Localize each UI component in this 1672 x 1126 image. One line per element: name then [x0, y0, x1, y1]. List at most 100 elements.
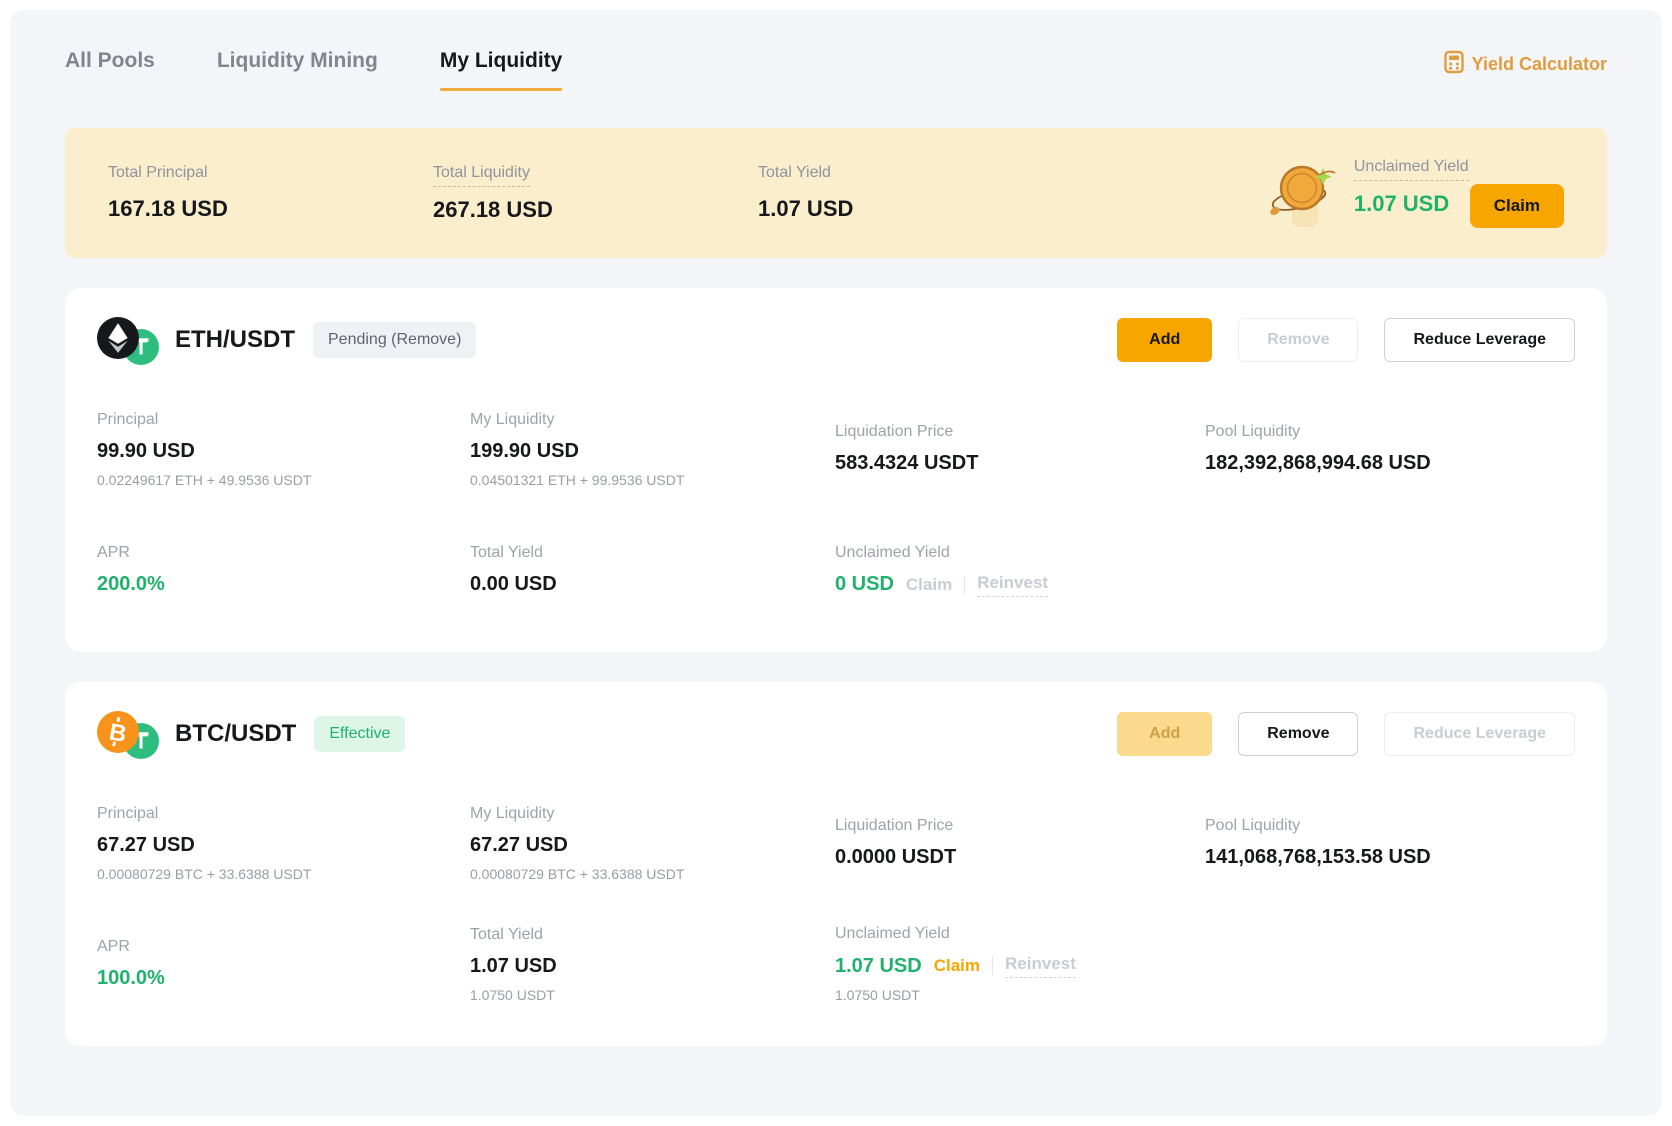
principal-label: Principal [97, 411, 470, 429]
pool-card-btc-usdt: T B BTC/USDT Effective Add Remove [65, 682, 1607, 1046]
unclaimed-yield-value: 1.07 USD [835, 955, 922, 978]
eth-coin-icon [97, 317, 139, 359]
total-yield-stat: Total Yield 1.07 USD 1.0750 USDT [470, 926, 835, 1003]
stats-row-1: Principal 99.90 USD 0.02249617 ETH + 49.… [97, 400, 1575, 498]
unclaimed-yield: Unclaimed Yield 1.07 USD Claim [1354, 158, 1564, 229]
my-liquidity-stat: My Liquidity 67.27 USD 0.00080729 BTC + … [470, 805, 835, 882]
pair-title: ETH/USDT [175, 326, 295, 354]
principal-stat: Principal 67.27 USD 0.00080729 BTC + 33.… [97, 805, 470, 882]
unclaimed-yield-label[interactable]: Unclaimed Yield [1354, 158, 1469, 181]
my-liquidity-value: 67.27 USD [470, 834, 835, 857]
btc-coin-icon: B [97, 711, 139, 753]
principal-detail: 0.00080729 BTC + 33.6388 USDT [97, 866, 470, 882]
pool-liquidity-stat: Pool Liquidity 182,392,868,994.68 USD [1205, 423, 1575, 475]
reduce-leverage-button: Reduce Leverage [1384, 712, 1575, 756]
tab-liquidity-mining[interactable]: Liquidity Mining [217, 46, 378, 76]
unclaimed-yield-section: Unclaimed Yield 1.07 USD Claim [1264, 155, 1564, 231]
liquidation-price-value: 0.0000 USDT [835, 846, 1205, 869]
total-principal: Total Principal 167.18 USD [108, 164, 433, 222]
liquidation-price-label: Liquidation Price [835, 817, 1205, 835]
pool-liquidity-label: Pool Liquidity [1205, 423, 1575, 441]
card-header: T ETH/USDT Pending (Remove) Add Remove R… [97, 314, 1575, 366]
pair-icons: T B [97, 709, 163, 759]
principal-value: 99.90 USD [97, 440, 470, 463]
total-yield-label: Total Yield [758, 164, 831, 186]
stats-row-2: APR 100.0% Total Yield 1.07 USD 1.0750 U… [97, 920, 1575, 1008]
add-button[interactable]: Add [1117, 318, 1212, 362]
tab-my-liquidity[interactable]: My Liquidity [440, 46, 563, 91]
divider [992, 957, 993, 975]
total-liquidity: Total Liquidity 267.18 USD [433, 164, 758, 223]
liquidation-price-label: Liquidation Price [835, 423, 1205, 441]
unclaimed-yield-value: 1.07 USD [1354, 191, 1449, 217]
pool-card-eth-usdt: T ETH/USDT Pending (Remove) Add Remove R… [65, 288, 1607, 652]
unclaimed-yield-label: Unclaimed Yield [835, 544, 1205, 562]
my-liquidity-stat: My Liquidity 199.90 USD 0.04501321 ETH +… [470, 411, 835, 488]
liquidation-price-stat: Liquidation Price 0.0000 USDT [835, 817, 1205, 869]
remove-button: Remove [1238, 318, 1358, 362]
apr-value: 100.0% [97, 967, 470, 990]
pool-liquidity-value: 141,068,768,153.58 USD [1205, 846, 1575, 869]
total-yield-label: Total Yield [470, 544, 835, 562]
pair-icons: T [97, 315, 163, 365]
my-liquidity-value: 199.90 USD [470, 440, 835, 463]
liquidation-price-value: 583.4324 USDT [835, 452, 1205, 475]
unclaimed-yield-detail: 1.0750 USDT [835, 987, 1205, 1003]
apr-label: APR [97, 938, 470, 956]
card-actions: Add Remove Reduce Leverage [1117, 318, 1575, 362]
principal-value: 67.27 USD [97, 834, 470, 857]
pool-liquidity-value: 182,392,868,994.68 USD [1205, 452, 1575, 475]
active-tab-underline [440, 88, 563, 91]
stats-row-2: APR 200.0% Total Yield 0.00 USD Unclaime… [97, 526, 1575, 614]
claim-link: Claim [906, 575, 952, 595]
total-yield: Total Yield 1.07 USD [758, 164, 1264, 222]
total-liquidity-label[interactable]: Total Liquidity [433, 164, 530, 187]
total-principal-label: Total Principal [108, 164, 208, 186]
pair-title: BTC/USDT [175, 720, 296, 748]
apr-label: APR [97, 544, 470, 562]
principal-detail: 0.02249617 ETH + 49.9536 USDT [97, 472, 470, 488]
remove-button[interactable]: Remove [1238, 712, 1358, 756]
coin-illustration-icon [1264, 155, 1336, 231]
principal-stat: Principal 99.90 USD 0.02249617 ETH + 49.… [97, 411, 470, 488]
total-yield-stat: Total Yield 0.00 USD [470, 544, 835, 596]
liquidation-price-stat: Liquidation Price 583.4324 USDT [835, 423, 1205, 475]
my-liquidity-detail: 0.00080729 BTC + 33.6388 USDT [470, 866, 835, 882]
apr-value: 200.0% [97, 573, 470, 596]
total-yield-detail: 1.0750 USDT [470, 987, 835, 1003]
yield-calculator-label: Yield Calculator [1472, 54, 1607, 75]
liquidity-page: All Pools Liquidity Mining My Liquidity … [10, 10, 1662, 1116]
total-yield-value: 1.07 USD [758, 196, 1264, 222]
card-actions: Add Remove Reduce Leverage [1117, 712, 1575, 756]
card-header: T B BTC/USDT Effective Add Remove [97, 708, 1575, 760]
total-yield-label: Total Yield [470, 926, 835, 944]
apr-stat: APR 200.0% [97, 544, 470, 596]
unclaimed-yield-stat: Unclaimed Yield 1.07 USD Claim Reinvest … [835, 925, 1205, 1003]
my-liquidity-label: My Liquidity [470, 805, 835, 823]
add-button: Add [1117, 712, 1212, 756]
tab-bar: All Pools Liquidity Mining My Liquidity … [65, 46, 1607, 108]
stats-row-1: Principal 67.27 USD 0.00080729 BTC + 33.… [97, 794, 1575, 892]
claim-button[interactable]: Claim [1470, 184, 1564, 228]
reduce-leverage-button[interactable]: Reduce Leverage [1384, 318, 1575, 362]
yield-calculator-link[interactable]: Yield Calculator [1444, 50, 1607, 79]
my-liquidity-detail: 0.04501321 ETH + 99.9536 USDT [470, 472, 835, 488]
total-liquidity-value: 267.18 USD [433, 197, 758, 223]
tab-my-liquidity-label: My Liquidity [440, 46, 563, 76]
reinvest-link: Reinvest [977, 573, 1048, 597]
my-liquidity-label: My Liquidity [470, 411, 835, 429]
pool-liquidity-stat: Pool Liquidity 141,068,768,153.58 USD [1205, 817, 1575, 869]
tab-all-pools-label: All Pools [65, 46, 155, 76]
total-principal-value: 167.18 USD [108, 196, 433, 222]
calculator-icon [1444, 50, 1464, 79]
reinvest-link: Reinvest [1005, 954, 1076, 978]
principal-label: Principal [97, 805, 470, 823]
unclaimed-yield-stat: Unclaimed Yield 0 USD Claim Reinvest [835, 544, 1205, 597]
claim-link[interactable]: Claim [934, 956, 980, 976]
summary-bar: Total Principal 167.18 USD Total Liquidi… [65, 128, 1607, 258]
total-yield-value: 0.00 USD [470, 573, 835, 596]
tab-all-pools[interactable]: All Pools [65, 46, 155, 76]
pool-liquidity-label: Pool Liquidity [1205, 817, 1575, 835]
total-yield-value: 1.07 USD [470, 955, 835, 978]
status-badge: Pending (Remove) [313, 322, 476, 358]
